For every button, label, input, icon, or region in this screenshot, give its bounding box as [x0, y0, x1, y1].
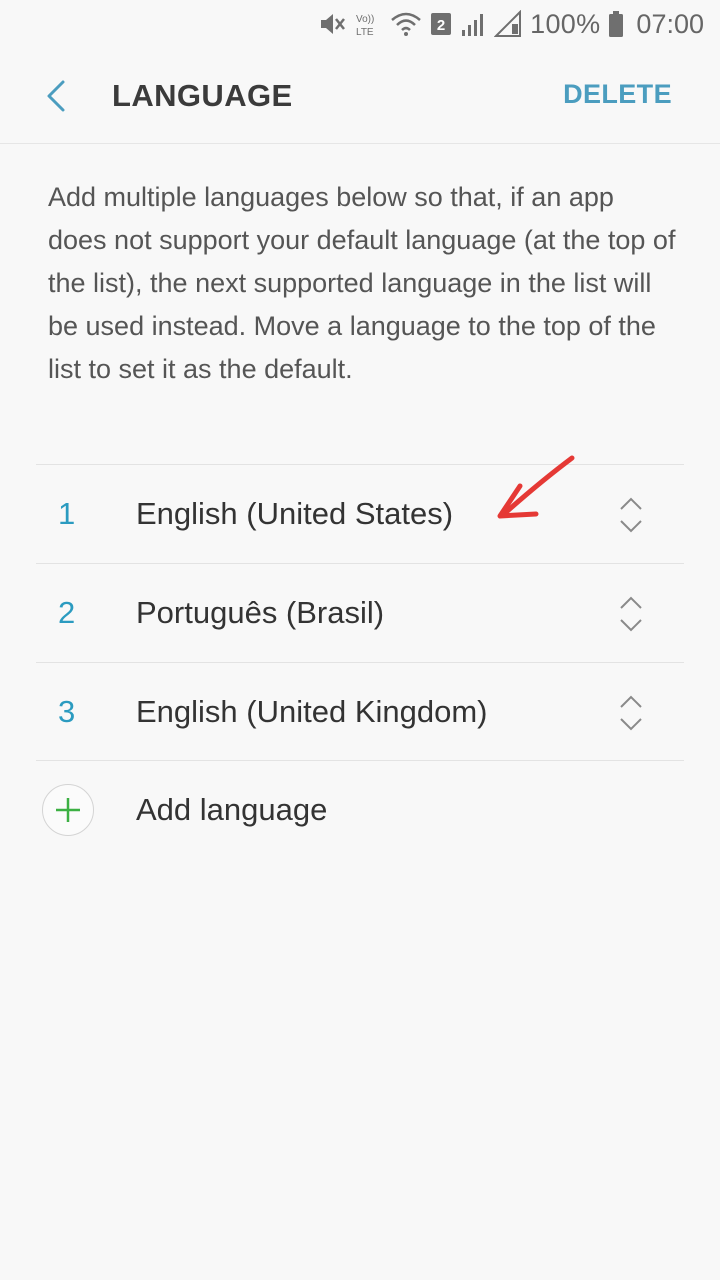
add-language-circle: [42, 784, 94, 836]
chevron-left-icon: [47, 80, 65, 112]
language-name: English (United Kingdom): [136, 693, 488, 729]
wifi-icon: [390, 10, 422, 38]
status-bar: Vo)) LTE 2 100% 07:00: [0, 0, 720, 48]
reorder-handle-icon[interactable]: [618, 495, 644, 535]
page-title: LANGUAGE: [112, 78, 293, 113]
language-list: 1 English (United States) 2 Português (B…: [36, 464, 684, 761]
signal-empty-icon: [494, 10, 522, 38]
language-item[interactable]: 1 English (United States): [36, 464, 684, 563]
delete-button[interactable]: DELETE: [563, 79, 672, 110]
sim-2-icon: 2: [430, 11, 452, 37]
language-name: English (United States): [136, 496, 454, 531]
plus-icon: [56, 798, 80, 822]
volte-icon: Vo)) LTE: [354, 10, 382, 38]
language-item[interactable]: 2 Português (Brasil): [36, 563, 684, 662]
add-language-label: Add language: [136, 792, 328, 827]
svg-text:LTE: LTE: [356, 27, 374, 38]
sim-2-badge: 2: [437, 17, 445, 34]
language-number: 2: [58, 595, 76, 630]
signal-icon: [460, 10, 486, 38]
svg-text:Vo)): Vo)): [356, 14, 374, 25]
app-header: LANGUAGE DELETE: [0, 48, 720, 144]
add-language-button[interactable]: Add language: [36, 762, 684, 858]
reorder-handle-icon[interactable]: [618, 693, 644, 733]
clock: 07:00: [636, 8, 704, 39]
mute-icon: [318, 10, 346, 38]
language-number: 3: [58, 693, 76, 729]
battery-percentage: 100%: [530, 8, 601, 39]
language-number: 1: [58, 496, 76, 531]
battery-icon: [608, 10, 624, 38]
reorder-handle-icon[interactable]: [618, 594, 644, 634]
language-item[interactable]: 3 English (United Kingdom): [36, 662, 684, 761]
back-button[interactable]: [34, 74, 78, 118]
language-name: Português (Brasil): [136, 595, 385, 630]
description-text: Add multiple languages below so that, if…: [48, 182, 676, 384]
